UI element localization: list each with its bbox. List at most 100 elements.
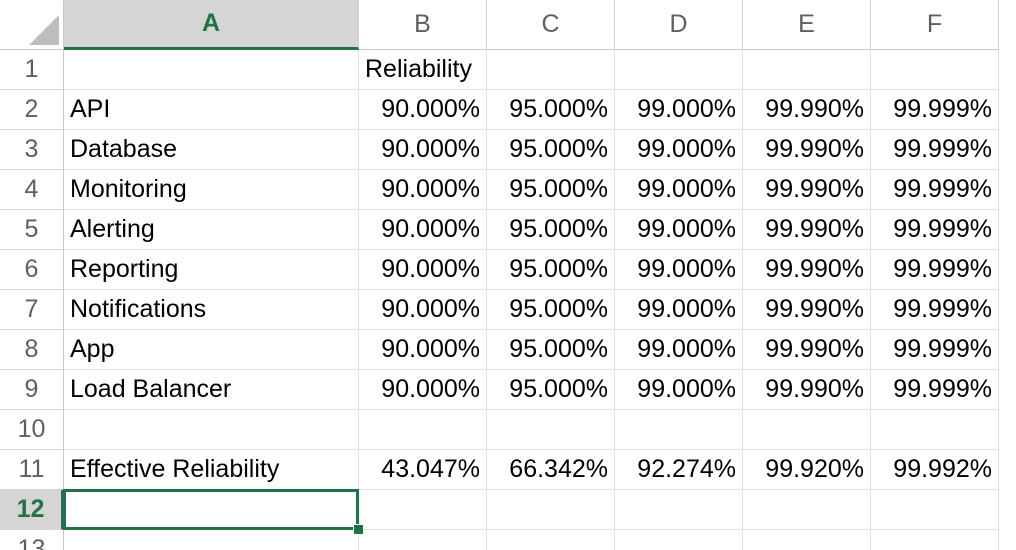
cell-e5[interactable]: 99.990% [743,210,871,250]
cell-c2[interactable]: 95.000% [487,90,615,130]
select-all-button[interactable] [0,0,64,50]
cell-f5[interactable]: 99.999% [871,210,999,250]
cell-b2[interactable]: 90.000% [359,90,487,130]
row-header-6[interactable]: 6 [0,250,64,290]
cell-a4[interactable]: Monitoring [64,170,359,210]
cell-f12[interactable] [871,490,999,530]
column-header-a[interactable]: A [64,0,359,50]
cell-a13[interactable] [64,530,359,550]
column-header-f[interactable]: F [871,0,999,50]
cell-d4[interactable]: 99.000% [615,170,743,210]
cell-b8[interactable]: 90.000% [359,330,487,370]
cell-d6[interactable]: 99.000% [615,250,743,290]
row-header-8[interactable]: 8 [0,330,64,370]
cell-d10[interactable] [615,410,743,450]
column-header-e[interactable]: E [743,0,871,50]
cell-e3[interactable]: 99.990% [743,130,871,170]
cell-b9[interactable]: 90.000% [359,370,487,410]
cell-f8[interactable]: 99.999% [871,330,999,370]
column-header-b[interactable]: B [359,0,487,50]
cell-b11[interactable]: 43.047% [359,450,487,490]
row-header-1[interactable]: 1 [0,50,64,90]
cell-d12[interactable] [615,490,743,530]
cell-b7[interactable]: 90.000% [359,290,487,330]
cell-c13[interactable] [487,530,615,550]
row-header-4[interactable]: 4 [0,170,64,210]
cell-b12[interactable] [359,490,487,530]
cell-f9[interactable]: 99.999% [871,370,999,410]
cell-f3[interactable]: 99.999% [871,130,999,170]
cell-f6[interactable]: 99.999% [871,250,999,290]
cell-c4[interactable]: 95.000% [487,170,615,210]
row-header-3[interactable]: 3 [0,130,64,170]
cell-c5[interactable]: 95.000% [487,210,615,250]
cell-c8[interactable]: 95.000% [487,330,615,370]
cell-e11[interactable]: 99.920% [743,450,871,490]
cell-f11[interactable]: 99.992% [871,450,999,490]
cell-e1[interactable] [743,50,871,90]
cell-e7[interactable]: 99.990% [743,290,871,330]
cell-c9[interactable]: 95.000% [487,370,615,410]
cell-b3[interactable]: 90.000% [359,130,487,170]
cell-c6[interactable]: 95.000% [487,250,615,290]
cell-f1[interactable] [871,50,999,90]
row-header-7[interactable]: 7 [0,290,64,330]
cell-e13[interactable] [743,530,871,550]
cell-a8[interactable]: App [64,330,359,370]
cell-c3[interactable]: 95.000% [487,130,615,170]
cell-d8[interactable]: 99.000% [615,330,743,370]
cell-d13[interactable] [615,530,743,550]
cell-c1[interactable] [487,50,615,90]
cell-a11[interactable]: Effective Reliability [64,450,359,490]
row-header-13[interactable]: 13 [0,530,64,550]
cell-d9[interactable]: 99.000% [615,370,743,410]
cell-e10[interactable] [743,410,871,450]
cell-f10[interactable] [871,410,999,450]
cell-e4[interactable]: 99.990% [743,170,871,210]
cell-a7[interactable]: Notifications [64,290,359,330]
row-header-5[interactable]: 5 [0,210,64,250]
cell-a5[interactable]: Alerting [64,210,359,250]
cell-c11[interactable]: 66.342% [487,450,615,490]
cell-d1[interactable] [615,50,743,90]
cell-b1[interactable]: Reliability [359,50,487,90]
cell-f2[interactable]: 99.999% [871,90,999,130]
cell-d5[interactable]: 99.000% [615,210,743,250]
row-header-12[interactable]: 12 [0,490,64,530]
cell-b13[interactable] [359,530,487,550]
row-header-11[interactable]: 11 [0,450,64,490]
cell-a6[interactable]: Reporting [64,250,359,290]
cell-a3[interactable]: Database [64,130,359,170]
column-header-d[interactable]: D [615,0,743,50]
row-header-2[interactable]: 2 [0,90,64,130]
cell-d3[interactable]: 99.000% [615,130,743,170]
cell-a2[interactable]: API [64,90,359,130]
cell-c7[interactable]: 95.000% [487,290,615,330]
cell-a9[interactable]: Load Balancer [64,370,359,410]
cell-b4[interactable]: 90.000% [359,170,487,210]
fill-handle[interactable] [353,524,364,535]
row-header-10[interactable]: 10 [0,410,64,450]
cell-d11[interactable]: 92.274% [615,450,743,490]
cell-b5[interactable]: 90.000% [359,210,487,250]
cell-d7[interactable]: 99.000% [615,290,743,330]
cell-c12[interactable] [487,490,615,530]
cell-e2[interactable]: 99.990% [743,90,871,130]
cell-b10[interactable] [359,410,487,450]
cell-a10[interactable] [64,410,359,450]
cell-e6[interactable]: 99.990% [743,250,871,290]
cell-f4[interactable]: 99.999% [871,170,999,210]
cell-a1[interactable] [64,50,359,90]
cell-e9[interactable]: 99.990% [743,370,871,410]
cell-e12[interactable] [743,490,871,530]
cell-f13[interactable] [871,530,999,550]
cell-f7[interactable]: 99.999% [871,290,999,330]
cell-e8[interactable]: 99.990% [743,330,871,370]
cell-b6[interactable]: 90.000% [359,250,487,290]
cell-a12[interactable] [64,490,359,530]
cell-d2[interactable]: 99.000% [615,90,743,130]
spreadsheet-grid[interactable]: A B C D E F 1 Reliability 2 API 90.000% 95.000% 99.0… [0,0,1016,550]
cell-c10[interactable] [487,410,615,450]
row-header-9[interactable]: 9 [0,370,64,410]
column-header-c[interactable]: C [487,0,615,50]
